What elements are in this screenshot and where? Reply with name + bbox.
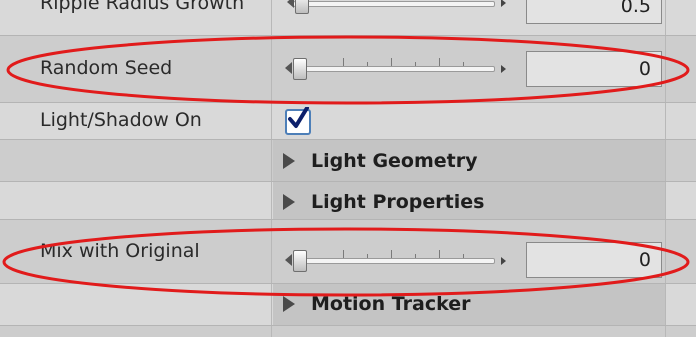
end-cell bbox=[667, 140, 696, 181]
slider-track bbox=[293, 258, 495, 264]
mix-with-original-slider[interactable] bbox=[273, 220, 513, 284]
disclosure-triangle-icon[interactable] bbox=[283, 153, 295, 169]
slider-knob-arrow-icon bbox=[287, 0, 294, 8]
slider-knob[interactable] bbox=[293, 58, 307, 80]
row-light-shadow-on: Light/Shadow On bbox=[0, 103, 696, 140]
slider-tick bbox=[415, 62, 416, 66]
end-cell bbox=[667, 103, 696, 139]
light-geometry-section-header[interactable]: Light Geometry bbox=[273, 140, 665, 181]
mix-with-original-field[interactable]: 0 bbox=[526, 242, 662, 278]
slider-knob-arrow-icon bbox=[285, 254, 292, 266]
disclosure-triangle-icon[interactable] bbox=[283, 194, 295, 210]
slider-track bbox=[293, 66, 495, 72]
slider-tick bbox=[463, 62, 464, 66]
label-cell bbox=[0, 140, 272, 181]
effect-properties-panel: Ripple Radius Growth 0.5 Random Seed 0 L… bbox=[0, 0, 696, 337]
control-cell: 0 bbox=[273, 220, 666, 283]
slider-tick bbox=[343, 250, 344, 258]
disclosure-triangle-icon[interactable] bbox=[283, 296, 295, 312]
ripple-radius-growth-label: Ripple Radius Growth bbox=[40, 0, 245, 14]
end-cell bbox=[667, 284, 696, 325]
slider-tick bbox=[391, 250, 392, 258]
light-properties-title: Light Properties bbox=[311, 191, 485, 213]
motion-tracker-title: Motion Tracker bbox=[311, 293, 471, 315]
label-cell: Ripple Radius Growth bbox=[0, 0, 272, 35]
label-cell bbox=[0, 284, 272, 325]
label-cell: Light/Shadow On bbox=[0, 103, 272, 139]
label-cell bbox=[0, 182, 272, 219]
control-cell bbox=[273, 326, 666, 337]
label-cell: Random Seed bbox=[0, 36, 272, 102]
light-shadow-on-checkbox[interactable] bbox=[285, 107, 311, 135]
stepper-right-icon[interactable] bbox=[501, 0, 506, 7]
row-random-seed: Random Seed 0 bbox=[0, 36, 696, 103]
slider-tick bbox=[463, 254, 464, 258]
control-cell: 0.5 bbox=[273, 0, 666, 35]
control-cell bbox=[273, 103, 666, 139]
row-motion-tracker: Motion Tracker bbox=[0, 284, 696, 326]
ripple-radius-growth-slider[interactable] bbox=[273, 0, 513, 36]
slider-tick bbox=[343, 58, 344, 66]
row-light-properties: Light Properties bbox=[0, 182, 696, 220]
label-cell: Mix with Original bbox=[0, 220, 272, 283]
light-geometry-title: Light Geometry bbox=[311, 150, 478, 172]
row-mix-with-original: Mix with Original 0 bbox=[0, 220, 696, 284]
motion-tracker-section-header[interactable]: Motion Tracker bbox=[273, 284, 665, 325]
label-cell bbox=[0, 326, 272, 337]
random-seed-label: Random Seed bbox=[40, 57, 173, 79]
section-cell: Light Properties bbox=[273, 182, 666, 219]
light-shadow-on-label: Light/Shadow On bbox=[40, 109, 202, 131]
slider-knob[interactable] bbox=[293, 250, 307, 272]
section-cell: Light Geometry bbox=[273, 140, 666, 181]
row-bottom-strip bbox=[0, 326, 696, 337]
stepper-right-icon[interactable] bbox=[501, 65, 506, 73]
end-cell bbox=[667, 182, 696, 219]
ripple-radius-growth-field[interactable]: 0.5 bbox=[526, 0, 662, 24]
light-properties-section-header[interactable]: Light Properties bbox=[273, 182, 665, 219]
section-cell: Motion Tracker bbox=[273, 284, 666, 325]
slider-tick bbox=[439, 58, 440, 66]
slider-tick bbox=[367, 254, 368, 258]
control-cell: 0 bbox=[273, 36, 666, 102]
end-cell bbox=[667, 36, 696, 102]
row-ripple-radius-growth: Ripple Radius Growth 0.5 bbox=[0, 0, 696, 36]
random-seed-field[interactable]: 0 bbox=[526, 51, 662, 87]
slider-tick bbox=[439, 250, 440, 258]
slider-tick bbox=[415, 254, 416, 258]
slider-knob[interactable] bbox=[295, 0, 309, 14]
stepper-right-icon[interactable] bbox=[501, 257, 506, 265]
slider-track bbox=[293, 1, 495, 7]
checkmark-icon bbox=[288, 107, 309, 128]
mix-with-original-label: Mix with Original bbox=[40, 240, 200, 262]
random-seed-slider[interactable] bbox=[273, 36, 513, 103]
slider-tick bbox=[391, 58, 392, 66]
row-light-geometry: Light Geometry bbox=[0, 140, 696, 182]
slider-tick bbox=[367, 62, 368, 66]
end-cell bbox=[667, 0, 696, 35]
end-cell bbox=[667, 220, 696, 283]
slider-knob-arrow-icon bbox=[285, 62, 292, 74]
